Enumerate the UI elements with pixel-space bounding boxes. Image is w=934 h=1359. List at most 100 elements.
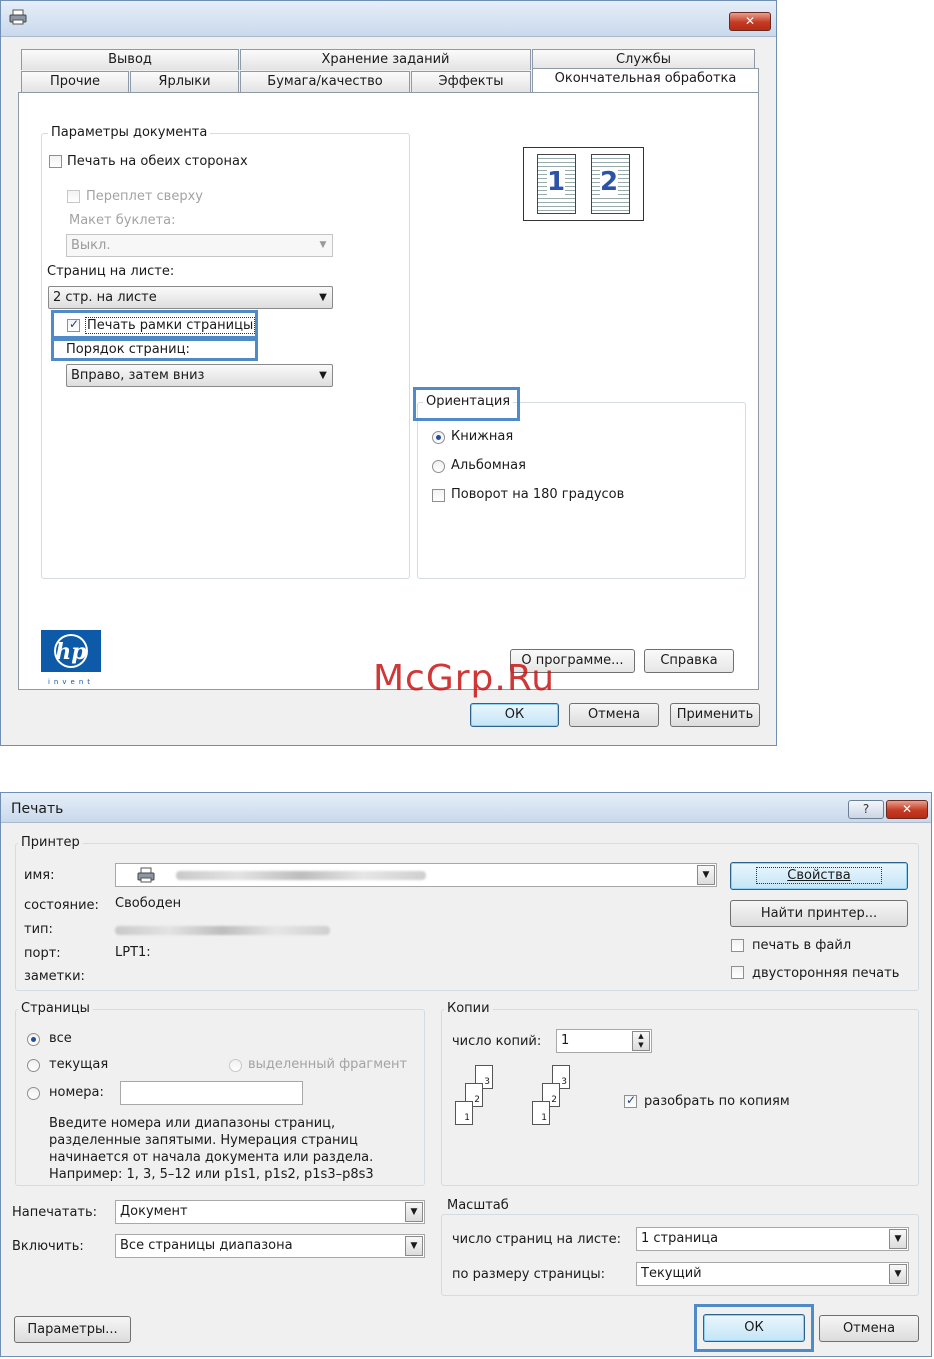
- tab-services[interactable]: Службы: [532, 49, 755, 70]
- status-value: Свободен: [115, 896, 182, 911]
- binding-top-label: Переплет сверху: [86, 189, 203, 204]
- apply-button[interactable]: Применить: [670, 703, 760, 727]
- help-title-button[interactable]: ?: [848, 800, 884, 819]
- ok-button-label: ОК: [744, 1320, 764, 1335]
- print-to-file-checkbox[interactable]: [731, 939, 744, 952]
- pages-numbers-radio[interactable]: [27, 1087, 40, 1100]
- collate-checkbox[interactable]: [624, 1093, 637, 1108]
- printer-properties-dialog: ✕ Вывод Хранение заданий Службы Прочие Я…: [0, 0, 777, 746]
- title-bar: [1, 1, 776, 37]
- collate-page: 1: [455, 1101, 473, 1125]
- preview-page-2: 2: [591, 154, 630, 214]
- booklet-select[interactable]: Выкл. ▼: [66, 234, 333, 257]
- printer-icon: [137, 867, 155, 883]
- binding-top-checkbox[interactable]: [67, 190, 80, 203]
- help-button-label: Справка: [660, 653, 718, 668]
- ok-button[interactable]: ОК: [470, 703, 559, 727]
- copies-count-input[interactable]: 1 ▲ ▼: [556, 1029, 652, 1053]
- hp-invent-text: invent: [47, 678, 94, 686]
- booklet-label: Макет буклета:: [69, 213, 176, 228]
- scale-fit-label: по размеру страницы:: [452, 1267, 605, 1282]
- collate-illustration-1: 3 2 1: [453, 1063, 513, 1133]
- find-printer-button-label: Найти принтер...: [760, 906, 878, 921]
- portrait-label: Книжная: [451, 429, 514, 444]
- pages-hint-line: начинается от начала документа или разде…: [49, 1150, 374, 1165]
- chevron-down-icon[interactable]: ▼: [889, 1229, 907, 1249]
- chevron-down-icon[interactable]: ▼: [889, 1264, 907, 1284]
- scale-pages-per-sheet-select[interactable]: 1 страница ▼: [636, 1227, 909, 1251]
- type-label: тип:: [24, 922, 53, 937]
- close-button[interactable]: ✕: [729, 12, 771, 31]
- preview-number-2: 2: [600, 167, 619, 197]
- cancel-button[interactable]: Отмена: [569, 703, 659, 727]
- printer-name-blurred: [176, 871, 426, 880]
- watermark: McGrp.Ru: [373, 658, 556, 699]
- tab-effects[interactable]: Эффекты: [411, 71, 531, 92]
- scale-fit-select[interactable]: Текущий ▼: [636, 1262, 909, 1286]
- pages-current-label: текущая: [49, 1057, 109, 1072]
- scale-pages-per-sheet-value: 1 страница: [641, 1231, 719, 1246]
- scale-legend: Масштаб: [444, 1198, 512, 1213]
- print-what-select[interactable]: Документ ▼: [115, 1200, 425, 1224]
- notes-label: заметки:: [24, 969, 85, 984]
- tab-output[interactable]: Вывод: [21, 49, 239, 70]
- highlight-orientation: [413, 387, 520, 421]
- chevron-down-icon[interactable]: ▼: [405, 1236, 423, 1256]
- apply-button-label: Применить: [676, 707, 754, 722]
- landscape-radio[interactable]: [432, 460, 445, 473]
- duplex-checkbox[interactable]: [731, 966, 744, 979]
- svg-text:hp: hp: [55, 639, 87, 665]
- tab-shortcuts[interactable]: Ярлыки: [130, 71, 239, 92]
- include-select[interactable]: Все страницы диапазона ▼: [115, 1234, 425, 1258]
- chevron-down-icon: ▼: [319, 292, 327, 303]
- pages-per-sheet-select[interactable]: 2 стр. на листе ▼: [48, 286, 333, 309]
- page-order-value: Вправо, затем вниз: [71, 368, 205, 383]
- pages-hint: Введите номера или диапазоны страниц, ра…: [49, 1115, 374, 1183]
- print-what-label: Напечатать:: [12, 1205, 98, 1220]
- copies-spinner[interactable]: ▲ ▼: [632, 1031, 650, 1051]
- include-label: Включить:: [12, 1239, 84, 1254]
- collate-label: разобрать по копиям: [644, 1094, 790, 1109]
- pages-all-label: все: [49, 1031, 72, 1046]
- tab-other[interactable]: Прочие: [21, 71, 129, 92]
- rotate-180-checkbox[interactable]: [432, 489, 445, 502]
- pages-hint-line: Например: 1, 3, 5–12 или p1s1, p1s2, p1s…: [49, 1167, 374, 1182]
- copies-count-label: число копий:: [452, 1034, 542, 1049]
- close-icon: ✕: [744, 14, 756, 28]
- pages-numbers-input[interactable]: [120, 1081, 303, 1105]
- properties-button-label: Свойства: [756, 867, 882, 884]
- dialog-title: Печать: [11, 801, 64, 817]
- cancel-button[interactable]: Отмена: [819, 1315, 919, 1342]
- pages-current-radio[interactable]: [27, 1059, 40, 1072]
- pages-numbers-label: номера:: [49, 1085, 104, 1100]
- duplex-label: двусторонняя печать: [752, 966, 900, 981]
- ok-button[interactable]: ОК: [703, 1314, 805, 1342]
- pages-selection-radio[interactable]: [229, 1059, 242, 1072]
- pages-all-radio[interactable]: [27, 1033, 40, 1046]
- help-button[interactable]: Справка: [644, 649, 734, 673]
- options-button[interactable]: Параметры...: [14, 1316, 131, 1343]
- pages-per-sheet-value: 2 стр. на листе: [53, 290, 157, 305]
- collate-page: 1: [532, 1101, 550, 1125]
- find-printer-button[interactable]: Найти принтер...: [730, 900, 908, 927]
- close-button[interactable]: ✕: [886, 800, 928, 819]
- tab-paper-quality[interactable]: Бумага/качество: [240, 71, 410, 92]
- cancel-button-label: Отмена: [587, 707, 641, 722]
- pages-hint-line: разделенные запятыми. Нумерация страниц: [49, 1133, 358, 1148]
- booklet-value: Выкл.: [71, 238, 111, 253]
- print-to-file-label: печать в файл: [752, 938, 852, 953]
- hp-logo-icon: hp: [41, 630, 101, 672]
- hp-logo: hp invent: [41, 630, 101, 686]
- chevron-down-icon[interactable]: ▼: [405, 1202, 423, 1222]
- highlight-print-borders: [51, 310, 258, 339]
- chevron-down-icon[interactable]: ▼: [697, 865, 715, 885]
- port-label: порт:: [24, 946, 61, 961]
- properties-button[interactable]: Свойства: [730, 862, 908, 890]
- tab-job-storage[interactable]: Хранение заданий: [240, 49, 531, 70]
- tab-finishing[interactable]: Окончательная обработка: [532, 68, 759, 92]
- duplex-checkbox[interactable]: [49, 155, 62, 168]
- printer-name-select[interactable]: ▼: [115, 863, 717, 887]
- page-order-select[interactable]: Вправо, затем вниз ▼: [66, 364, 333, 387]
- portrait-radio[interactable]: [432, 431, 445, 444]
- port-value: LPT1:: [115, 945, 151, 960]
